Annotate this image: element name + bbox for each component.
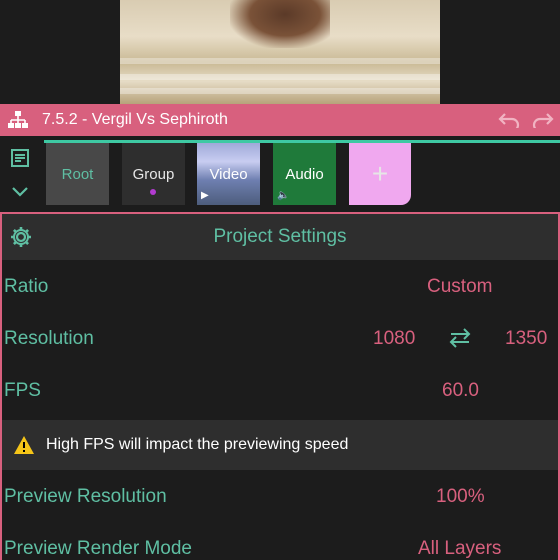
resolution-width[interactable]: 1080 — [373, 328, 415, 350]
add-layer-button[interactable]: + — [349, 143, 411, 205]
preview-area — [0, 0, 560, 104]
project-titlebar: 7.5.2 - Vergil Vs Sephiroth — [0, 104, 560, 136]
swap-icon[interactable] — [449, 328, 471, 354]
fps-label: FPS — [4, 380, 41, 401]
tab-root[interactable]: Root — [46, 143, 109, 205]
fps-row[interactable]: FPS 60.0 — [2, 366, 558, 416]
list-icon[interactable] — [10, 148, 30, 172]
preview-streak — [120, 88, 440, 94]
warning-icon — [2, 435, 46, 455]
settings-title: Project Settings — [213, 226, 347, 247]
ratio-label: Ratio — [4, 276, 49, 297]
layer-strip-side — [0, 142, 40, 208]
preview-render-mode-row[interactable]: Preview Render Mode All Layers — [2, 524, 558, 560]
fps-warning-banner: High FPS will impact the previewing spee… — [2, 420, 558, 470]
preview-render-mode-label: Preview Render Mode — [4, 538, 192, 559]
project-settings-panel: Project Settings Ratio Custom Resolution… — [0, 212, 560, 560]
warning-text: High FPS will impact the previewing spee… — [46, 436, 349, 453]
preview-render-mode-value[interactable]: All Layers — [418, 538, 501, 560]
video-preview-frame[interactable] — [120, 0, 440, 104]
resolution-row: Resolution 1080 1350 — [2, 314, 558, 364]
settings-header: Project Settings — [2, 214, 558, 260]
preview-resolution-row[interactable]: Preview Resolution 100% — [2, 472, 558, 522]
ratio-value[interactable]: Custom — [427, 276, 492, 298]
preview-resolution-value[interactable]: 100% — [436, 486, 485, 508]
tab-video-label: Video — [209, 165, 248, 183]
resolution-height[interactable]: 1350 — [505, 328, 547, 350]
tab-group[interactable]: Group — [122, 143, 185, 205]
tab-group-label: Group — [132, 165, 175, 183]
tab-audio-label: Audio — [285, 165, 324, 183]
tab-audio[interactable]: Audio 🔈 — [273, 143, 336, 205]
gear-icon[interactable] — [2, 214, 40, 260]
preview-figure — [230, 0, 330, 48]
fps-value[interactable]: 60.0 — [442, 380, 479, 402]
project-title: 7.5.2 - Vergil Vs Sephiroth — [42, 111, 228, 128]
resolution-label: Resolution — [4, 328, 94, 349]
redo-icon[interactable] — [526, 104, 560, 136]
video-badge-icon: ▶ — [201, 190, 209, 201]
preview-resolution-label: Preview Resolution — [4, 486, 167, 507]
chevron-down-icon[interactable] — [11, 183, 29, 202]
tab-root-label: Root — [61, 165, 94, 183]
group-indicator-dot — [150, 189, 156, 195]
plus-icon: + — [371, 158, 389, 189]
tab-video[interactable]: Video ▶ — [197, 143, 260, 205]
ratio-row[interactable]: Ratio Custom — [2, 262, 558, 312]
speaker-icon: 🔈 — [277, 190, 290, 201]
preview-streak — [120, 58, 440, 64]
undo-icon[interactable] — [492, 104, 526, 136]
preview-streak — [120, 74, 440, 80]
hierarchy-icon[interactable] — [0, 104, 36, 136]
